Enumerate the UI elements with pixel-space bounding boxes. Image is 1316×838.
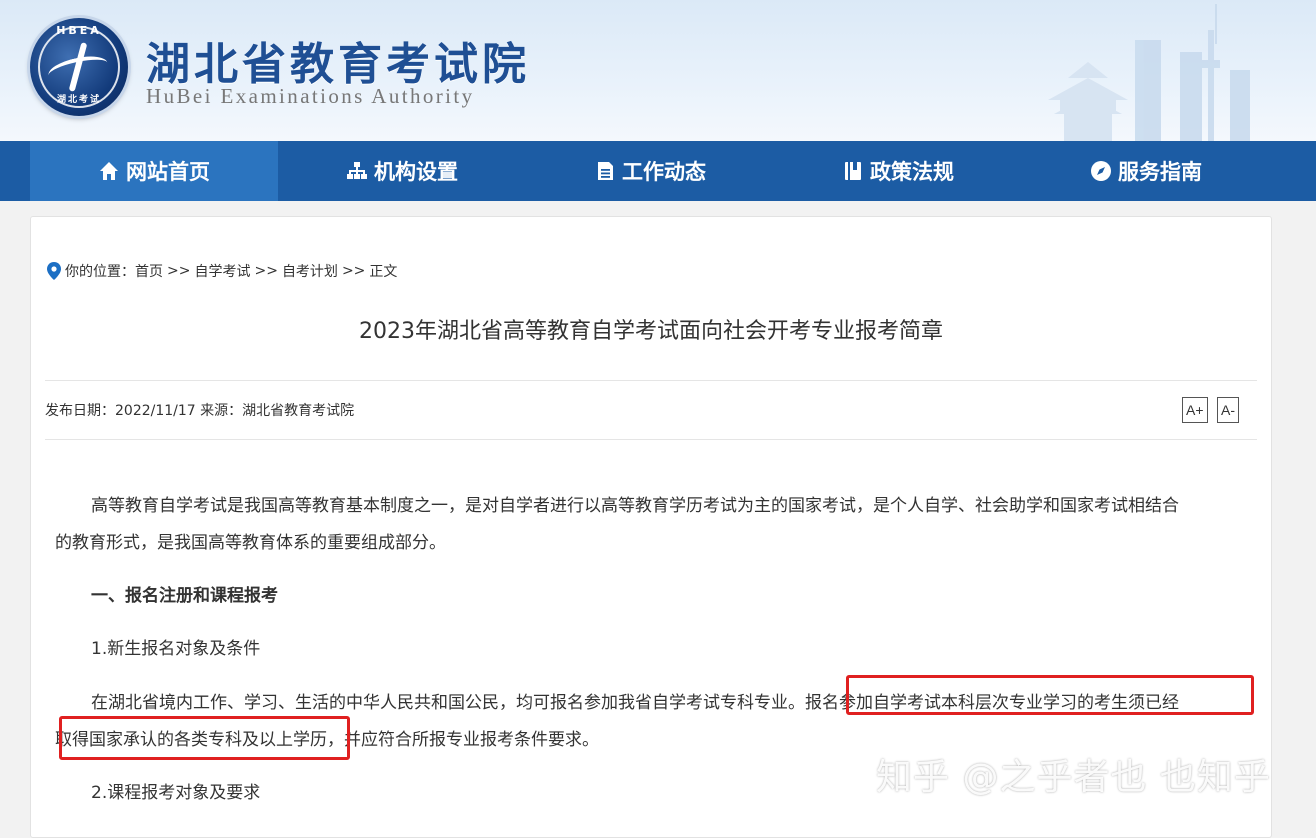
breadcrumb-separator: >> xyxy=(167,263,191,279)
nav-item-label: 工作动态 xyxy=(622,160,706,184)
breadcrumb-separator: >> xyxy=(254,263,278,279)
article-title: 2023年湖北省高等教育自学考试面向社会开考专业报考简章 xyxy=(359,319,943,344)
nav-item-home[interactable]: 网站首页 xyxy=(30,141,278,201)
skyline-illustration xyxy=(1048,4,1250,141)
section-heading: 一、报名注册和课程报考 xyxy=(91,586,278,606)
breadcrumb-separator: >> xyxy=(341,263,366,279)
breadcrumb-current: 正文 xyxy=(369,264,398,280)
article-panel: 你的位置： 首页 >> 自学考试 >> 自考计划 >> 正文 2023年湖北省高… xyxy=(30,216,1272,838)
nav-item-service[interactable]: 服务指南 xyxy=(1022,141,1270,201)
breadcrumb-selfexam-link[interactable]: 自学考试 xyxy=(194,261,250,281)
nav-item-label: 服务指南 xyxy=(1118,160,1202,184)
site-subtitle: HuBei Examinations Authority xyxy=(146,84,475,108)
site-title: 湖北省教育考试院 xyxy=(146,39,530,90)
logo-bottom-text: 湖北考试 xyxy=(56,95,101,105)
article-meta: 发布日期：2022/11/17 来源：湖北省教育考试院 xyxy=(45,403,355,419)
paragraph-intro-line1: 高等教育自学考试是我国高等教育基本制度之一，是对自学者进行以高等教育学历考试为主… xyxy=(91,496,1179,516)
logo-top-text: HBEA xyxy=(56,24,102,37)
document-icon xyxy=(598,162,613,180)
org-chart-icon xyxy=(347,162,367,179)
highlight-box xyxy=(846,675,1254,715)
breadcrumb-home-link[interactable]: 首页 xyxy=(135,261,163,281)
nav-item-label: 政策法规 xyxy=(870,160,954,184)
compass-icon xyxy=(1091,161,1111,181)
subsection-heading: 1.新生报名对象及条件 xyxy=(91,639,261,659)
watermark: 知乎 @之乎者也 也知乎 xyxy=(876,757,1271,798)
breadcrumb-prefix: 你的位置： xyxy=(65,264,135,280)
hbea-logo[interactable]: HBEA 湖北考试 xyxy=(30,18,128,116)
breadcrumb: 你的位置： 首页 >> 自学考试 >> 自考计划 >> 正文 xyxy=(47,261,397,281)
main-nav: 网站首页 机构设置 工作动态 政策法规 服务指南 xyxy=(0,141,1316,201)
nav-item-organization[interactable]: 机构设置 xyxy=(278,141,526,201)
location-pin-icon xyxy=(47,262,61,280)
header-banner: HBEA 湖北考试 湖北省教育考试院 HuBei Examinations Au… xyxy=(0,0,1316,141)
divider xyxy=(45,439,1257,440)
nav-item-policy[interactable]: 政策法规 xyxy=(774,141,1022,201)
paragraph-intro-line2: 的教育形式，是我国高等教育体系的重要组成部分。 xyxy=(55,533,446,553)
breadcrumb-plan-link[interactable]: 自考计划 xyxy=(282,261,338,281)
divider xyxy=(45,380,1257,381)
book-icon xyxy=(845,162,861,180)
home-icon xyxy=(100,162,118,180)
nav-item-news[interactable]: 工作动态 xyxy=(526,141,774,201)
font-increase-button[interactable]: A+ xyxy=(1182,397,1208,423)
font-decrease-button[interactable]: A- xyxy=(1217,397,1239,423)
nav-item-label: 机构设置 xyxy=(374,160,458,184)
nav-item-label: 网站首页 xyxy=(126,160,210,184)
highlight-box xyxy=(59,716,350,760)
